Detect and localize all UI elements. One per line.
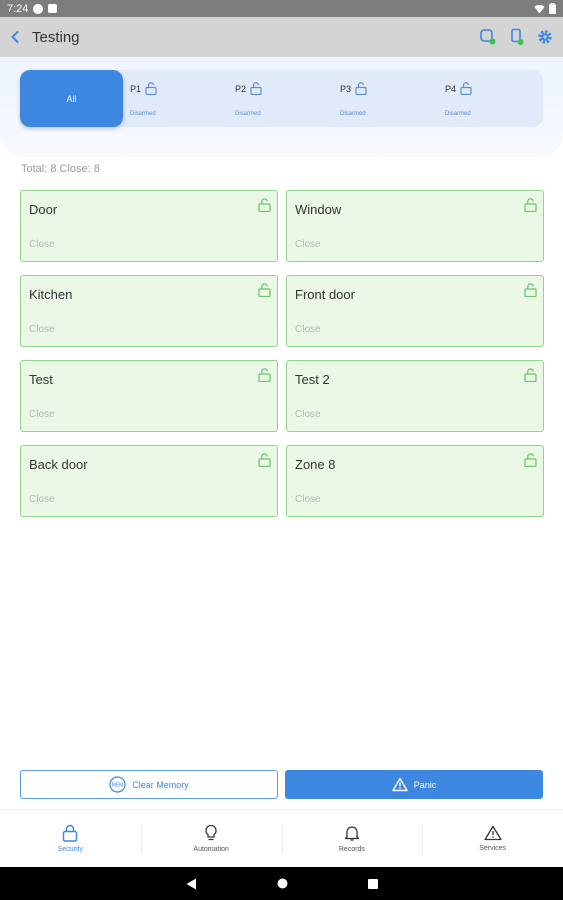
warning-icon bbox=[483, 825, 502, 841]
nav-security[interactable]: Security bbox=[0, 810, 141, 867]
lightbulb-icon bbox=[205, 824, 217, 841]
zone-name: Zone 8 bbox=[295, 457, 336, 472]
zone-status: Close bbox=[295, 409, 321, 420]
notification-icon bbox=[33, 3, 44, 14]
unlock-icon bbox=[258, 198, 271, 212]
clear-memory-label: Clear Memory bbox=[132, 779, 189, 790]
unlock-icon bbox=[258, 283, 271, 297]
zone-name: Front door bbox=[295, 287, 355, 302]
zone-status: Close bbox=[295, 324, 321, 335]
zone-card[interactable]: Test Close bbox=[20, 360, 278, 432]
app-bar: Testing bbox=[0, 17, 563, 57]
zone-card[interactable]: Door Close bbox=[20, 190, 278, 262]
wifi-icon bbox=[534, 4, 545, 13]
hub-status-icon[interactable] bbox=[479, 28, 497, 46]
zone-name: Door bbox=[29, 202, 58, 217]
nav-records[interactable]: Records bbox=[281, 810, 423, 867]
zone-card[interactable]: Zone 8 Close bbox=[286, 445, 544, 517]
system-navigation-bar bbox=[0, 867, 563, 900]
zone-card[interactable]: Test 2 Close bbox=[286, 360, 544, 432]
zone-status: Close bbox=[29, 324, 55, 335]
status-bar: 7:24 bbox=[0, 0, 563, 17]
notification-icon-2 bbox=[48, 4, 58, 13]
partition-status: Disarmed bbox=[340, 111, 366, 117]
partition-status: Disarmed bbox=[130, 111, 156, 117]
partition-all-button[interactable]: All bbox=[20, 70, 123, 127]
nav-label: Records bbox=[338, 846, 365, 853]
zone-status: Close bbox=[29, 409, 55, 420]
memory-badge-text: MEM bbox=[112, 783, 124, 789]
zone-status: Close bbox=[295, 239, 321, 250]
home-circle-icon[interactable] bbox=[277, 878, 288, 889]
partition-name: P4 bbox=[445, 83, 457, 94]
partition-name: P2 bbox=[235, 83, 247, 94]
unlock-icon bbox=[250, 82, 262, 95]
partition-selector: All P1 Disarmed P2 Disarmed P3 Disarmed … bbox=[20, 70, 543, 127]
panic-button[interactable]: Panic bbox=[285, 770, 543, 799]
partition-p2[interactable]: P2 Disarmed bbox=[228, 70, 333, 127]
status-time: 7:24 bbox=[7, 2, 29, 15]
zone-status: Close bbox=[29, 494, 55, 505]
zone-card[interactable]: Kitchen Close bbox=[20, 275, 278, 347]
zone-card[interactable]: Back door Close bbox=[20, 445, 278, 517]
unlock-icon bbox=[524, 198, 537, 212]
warning-icon bbox=[392, 777, 408, 792]
partition-status: Disarmed bbox=[445, 111, 471, 117]
zone-name: Kitchen bbox=[29, 287, 73, 302]
unlock-icon bbox=[524, 453, 537, 467]
zone-name: Back door bbox=[29, 457, 88, 472]
unlock-icon bbox=[524, 283, 537, 297]
unlock-icon bbox=[145, 82, 157, 95]
unlock-icon bbox=[524, 368, 537, 382]
nav-label: Automation bbox=[193, 846, 229, 853]
gear-icon[interactable] bbox=[537, 29, 553, 45]
partition-p4[interactable]: P4 Disarmed bbox=[438, 70, 543, 127]
unlock-icon bbox=[258, 453, 271, 467]
zone-summary: Total: 8 Close: 8 bbox=[21, 163, 100, 175]
partition-status: Disarmed bbox=[235, 111, 261, 117]
partition-name: P3 bbox=[340, 83, 352, 94]
nav-services[interactable]: Services bbox=[422, 810, 563, 867]
zone-card[interactable]: Front door Close bbox=[286, 275, 544, 347]
recents-square-icon[interactable] bbox=[367, 878, 378, 889]
bottom-navigation: Security Automation Records Services bbox=[0, 809, 563, 867]
back-arrow-icon[interactable] bbox=[10, 30, 20, 44]
zone-name: Test 2 bbox=[295, 372, 330, 387]
partition-p3[interactable]: P3 Disarmed bbox=[333, 70, 438, 127]
nav-label: Services bbox=[479, 845, 507, 852]
nav-automation[interactable]: Automation bbox=[140, 810, 282, 867]
partition-panel: All P1 Disarmed P2 Disarmed P3 Disarmed … bbox=[0, 57, 563, 157]
battery-icon bbox=[549, 3, 556, 14]
back-triangle-icon[interactable] bbox=[186, 878, 197, 890]
memory-icon: MEM bbox=[109, 776, 126, 793]
zone-status: Close bbox=[295, 494, 321, 505]
nav-label: Security bbox=[57, 846, 84, 853]
device-status-icon[interactable] bbox=[509, 28, 525, 46]
zone-grid: Door Close Window Close Kitchen Close Fr… bbox=[20, 190, 544, 517]
unlock-icon bbox=[258, 368, 271, 382]
clear-memory-button[interactable]: MEM Clear Memory bbox=[20, 770, 278, 799]
panic-label: Panic bbox=[413, 779, 437, 790]
zone-card[interactable]: Window Close bbox=[286, 190, 544, 262]
lock-icon bbox=[63, 824, 78, 842]
zone-name: Test bbox=[29, 372, 53, 387]
unlock-icon bbox=[355, 82, 367, 95]
zone-status: Close bbox=[29, 239, 55, 250]
partition-p1[interactable]: P1 Disarmed bbox=[123, 70, 228, 127]
unlock-icon bbox=[460, 82, 472, 95]
partition-name: P1 bbox=[130, 83, 142, 94]
bell-icon bbox=[344, 826, 360, 841]
zone-name: Window bbox=[295, 202, 342, 217]
page-title: Testing bbox=[32, 28, 80, 46]
